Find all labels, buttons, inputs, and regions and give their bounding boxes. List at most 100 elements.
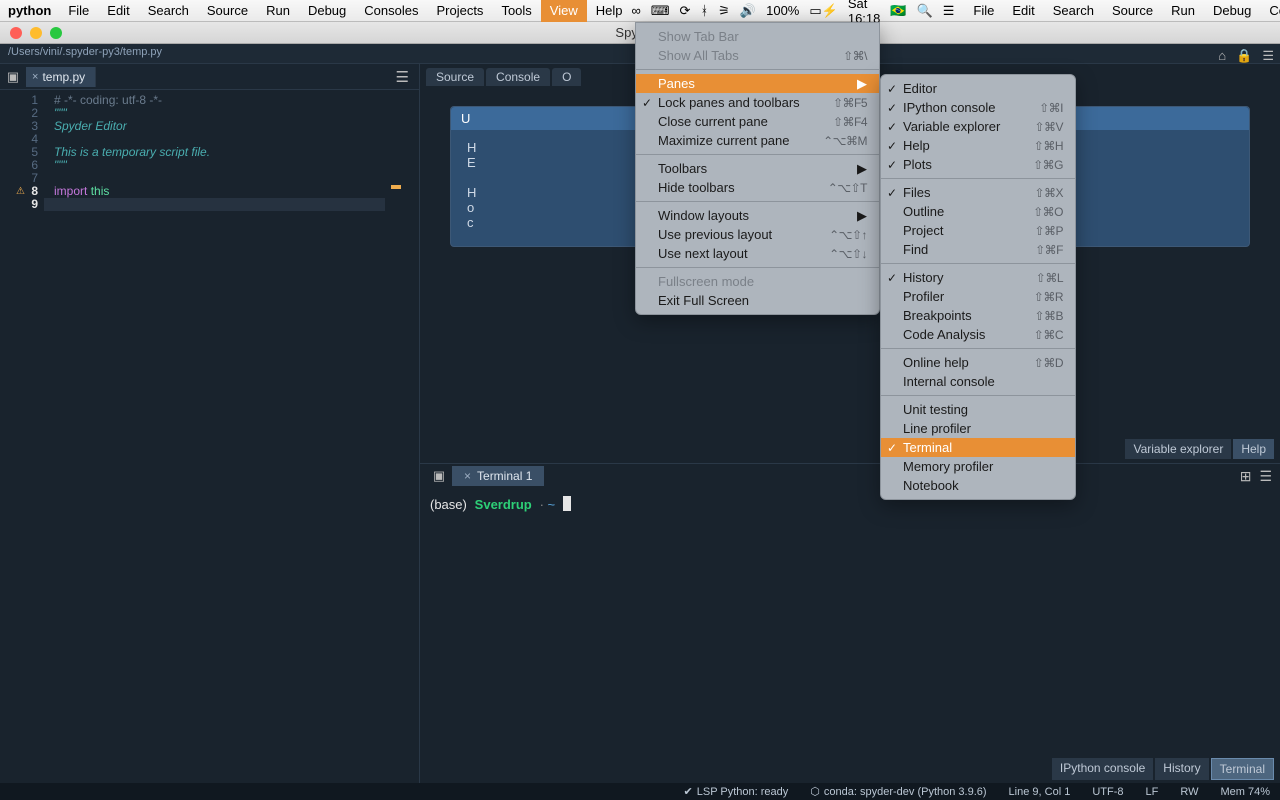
- menu-file[interactable]: File: [964, 0, 1003, 22]
- bluetooth-icon[interactable]: ᚼ: [700, 3, 708, 18]
- tab-ipython[interactable]: IPython console: [1052, 758, 1153, 780]
- close-window-icon[interactable]: [10, 27, 22, 39]
- tab-source[interactable]: Source: [426, 68, 484, 86]
- macos-menubar: python FileEditSearchSourceRunDebugConso…: [0, 0, 1280, 22]
- menu-item-find[interactable]: Find⇧⌘F: [881, 240, 1075, 259]
- menu-item-variable-explorer[interactable]: ✓Variable explorer⇧⌘V: [881, 117, 1075, 136]
- spotlight-icon[interactable]: 🔍: [917, 3, 933, 19]
- terminal-body[interactable]: (base) Sverdrup · ~: [420, 488, 1280, 783]
- menu-search[interactable]: Search: [1044, 0, 1103, 22]
- app-name[interactable]: python: [0, 3, 59, 18]
- editor-body[interactable]: 123456789 # -*- coding: utf-8 -*- """ Sp…: [0, 90, 419, 783]
- code-area[interactable]: # -*- coding: utf-8 -*- """ Spyder Edito…: [44, 90, 419, 783]
- menu-item-profiler[interactable]: Profiler⇧⌘R: [881, 287, 1075, 306]
- zoom-window-icon[interactable]: [50, 27, 62, 39]
- menu-item-plots[interactable]: ✓Plots⇧⌘G: [881, 155, 1075, 174]
- menu-item-help[interactable]: ✓Help⇧⌘H: [881, 136, 1075, 155]
- warning-icon[interactable]: ⚠: [16, 185, 25, 198]
- menu-item-terminal[interactable]: ✓Terminal: [881, 438, 1075, 457]
- menu-item-hide-toolbars[interactable]: Hide toolbars⌃⌥⇧T: [636, 178, 879, 197]
- control-center-icon[interactable]: ☰: [943, 3, 955, 19]
- right-toolbar: ⌂ 🔒 ☰: [1218, 48, 1274, 64]
- terminal-browse-icon[interactable]: ▣: [426, 468, 452, 484]
- menu-item-internal-console[interactable]: Internal console: [881, 372, 1075, 391]
- menu-consoles[interactable]: Consoles: [355, 0, 427, 22]
- close-tab-icon[interactable]: ×: [32, 71, 38, 83]
- lock-icon[interactable]: 🔒: [1236, 48, 1252, 64]
- battery-text: 100%: [766, 3, 799, 18]
- menu-item-files[interactable]: ✓Files⇧⌘X: [881, 183, 1075, 202]
- menu-search[interactable]: Search: [139, 0, 198, 22]
- menu-source[interactable]: Source: [198, 0, 257, 22]
- menu-item-panes[interactable]: Panes▶: [636, 74, 879, 93]
- menu-item-project[interactable]: Project⇧⌘P: [881, 221, 1075, 240]
- menu-item-fullscreen-mode: Fullscreen mode: [636, 272, 879, 291]
- menu-edit[interactable]: Edit: [1003, 0, 1043, 22]
- menu-item-use-previous-layout[interactable]: Use previous layout⌃⌥⇧↑: [636, 225, 879, 244]
- menu-debug[interactable]: Debug: [1204, 0, 1260, 22]
- minimize-window-icon[interactable]: [30, 27, 42, 39]
- menu-item-history[interactable]: ✓History⇧⌘L: [881, 268, 1075, 287]
- volume-icon[interactable]: 🔊: [740, 3, 756, 19]
- editor-options-icon[interactable]: ☰: [386, 68, 419, 86]
- menu-item-unit-testing[interactable]: Unit testing: [881, 400, 1075, 419]
- menu-item-code-analysis[interactable]: Code Analysis⇧⌘C: [881, 325, 1075, 344]
- menu-file[interactable]: File: [59, 0, 98, 22]
- menu-item-exit-full-screen[interactable]: Exit Full Screen: [636, 291, 879, 310]
- menu-item-notebook[interactable]: Notebook: [881, 476, 1075, 495]
- menu-consoles[interactable]: Consoles: [1260, 0, 1280, 22]
- menu-item-close-current-pane[interactable]: Close current pane⇧⌘F4: [636, 112, 879, 131]
- menu-source[interactable]: Source: [1103, 0, 1162, 22]
- hamburger-icon[interactable]: ☰: [1262, 48, 1274, 64]
- menu-item-breakpoints[interactable]: Breakpoints⇧⌘B: [881, 306, 1075, 325]
- battery-icon[interactable]: ▭⚡: [809, 3, 837, 19]
- infinity-icon[interactable]: ∞: [632, 3, 641, 18]
- menu-help[interactable]: Help: [587, 0, 632, 22]
- statusbar: ✔ LSP Python: ready ⬡ conda: spyder-dev …: [0, 783, 1280, 800]
- menu-item-outline[interactable]: Outline⇧⌘O: [881, 202, 1075, 221]
- tab-history[interactable]: History: [1155, 758, 1208, 780]
- editor-pane: ▣ × temp.py ☰ 123456789 # -*- coding: ut…: [0, 64, 420, 783]
- wifi-icon[interactable]: ⚞: [718, 3, 730, 19]
- menu-item-online-help[interactable]: Online help⇧⌘D: [881, 353, 1075, 372]
- menu-view[interactable]: View: [541, 0, 587, 22]
- home-icon[interactable]: ⌂: [1218, 48, 1226, 64]
- tab-label: temp.py: [42, 70, 85, 84]
- menu-item-editor[interactable]: ✓Editor: [881, 79, 1075, 98]
- editor-tab[interactable]: × temp.py: [26, 67, 96, 87]
- status-conda[interactable]: ⬡ conda: spyder-dev (Python 3.9.6): [810, 785, 986, 798]
- menu-run[interactable]: Run: [257, 0, 299, 22]
- tab-terminal[interactable]: Terminal: [1211, 758, 1274, 780]
- flag-icon[interactable]: 🇧🇷: [890, 3, 906, 19]
- close-terminal-icon[interactable]: ×: [464, 469, 471, 483]
- menu-item-toolbars[interactable]: Toolbars▶: [636, 159, 879, 178]
- menu-debug[interactable]: Debug: [299, 0, 355, 22]
- tab-variable-explorer[interactable]: Variable explorer: [1125, 439, 1231, 459]
- menu-item-line-profiler[interactable]: Line profiler: [881, 419, 1075, 438]
- tab-object[interactable]: O: [552, 68, 581, 86]
- tab-console[interactable]: Console: [486, 68, 550, 86]
- new-terminal-icon[interactable]: ⊞: [1240, 468, 1252, 485]
- keyboard-icon[interactable]: ⌨: [651, 3, 670, 19]
- menu-item-maximize-current-pane[interactable]: Maximize current pane⌃⌥⌘M: [636, 131, 879, 150]
- terminal-options-icon[interactable]: ☰: [1259, 468, 1272, 485]
- status-rw: RW: [1180, 786, 1198, 798]
- tab-help[interactable]: Help: [1233, 439, 1274, 459]
- menu-run[interactable]: Run: [1162, 0, 1204, 22]
- status-lsp[interactable]: ✔ LSP Python: ready: [684, 785, 789, 798]
- menu-item-lock-panes-and-toolbars[interactable]: ✓Lock panes and toolbars⇧⌘F5: [636, 93, 879, 112]
- menu-item-ipython-console[interactable]: ✓IPython console⇧⌘I: [881, 98, 1075, 117]
- terminal-tab[interactable]: × Terminal 1: [452, 466, 544, 486]
- clock-icon[interactable]: ⟳: [680, 3, 691, 19]
- menu-item-use-next-layout[interactable]: Use next layout⌃⌥⇧↓: [636, 244, 879, 263]
- terminal-pane: ▣ × Terminal 1 ⊞ ☰ (base) Sverdrup · ~ I…: [420, 464, 1280, 783]
- traffic-lights[interactable]: [0, 27, 62, 39]
- menu-edit[interactable]: Edit: [98, 0, 138, 22]
- menu-item-window-layouts[interactable]: Window layouts▶: [636, 206, 879, 225]
- view-menu-dropdown: Show Tab BarShow All Tabs⇧⌘\Panes▶✓Lock …: [635, 22, 880, 315]
- menu-tools[interactable]: Tools: [492, 0, 540, 22]
- menu-projects[interactable]: Projects: [427, 0, 492, 22]
- status-mem: Mem 74%: [1220, 786, 1270, 798]
- menu-item-memory-profiler[interactable]: Memory profiler: [881, 457, 1075, 476]
- file-browser-icon[interactable]: ▣: [0, 69, 26, 85]
